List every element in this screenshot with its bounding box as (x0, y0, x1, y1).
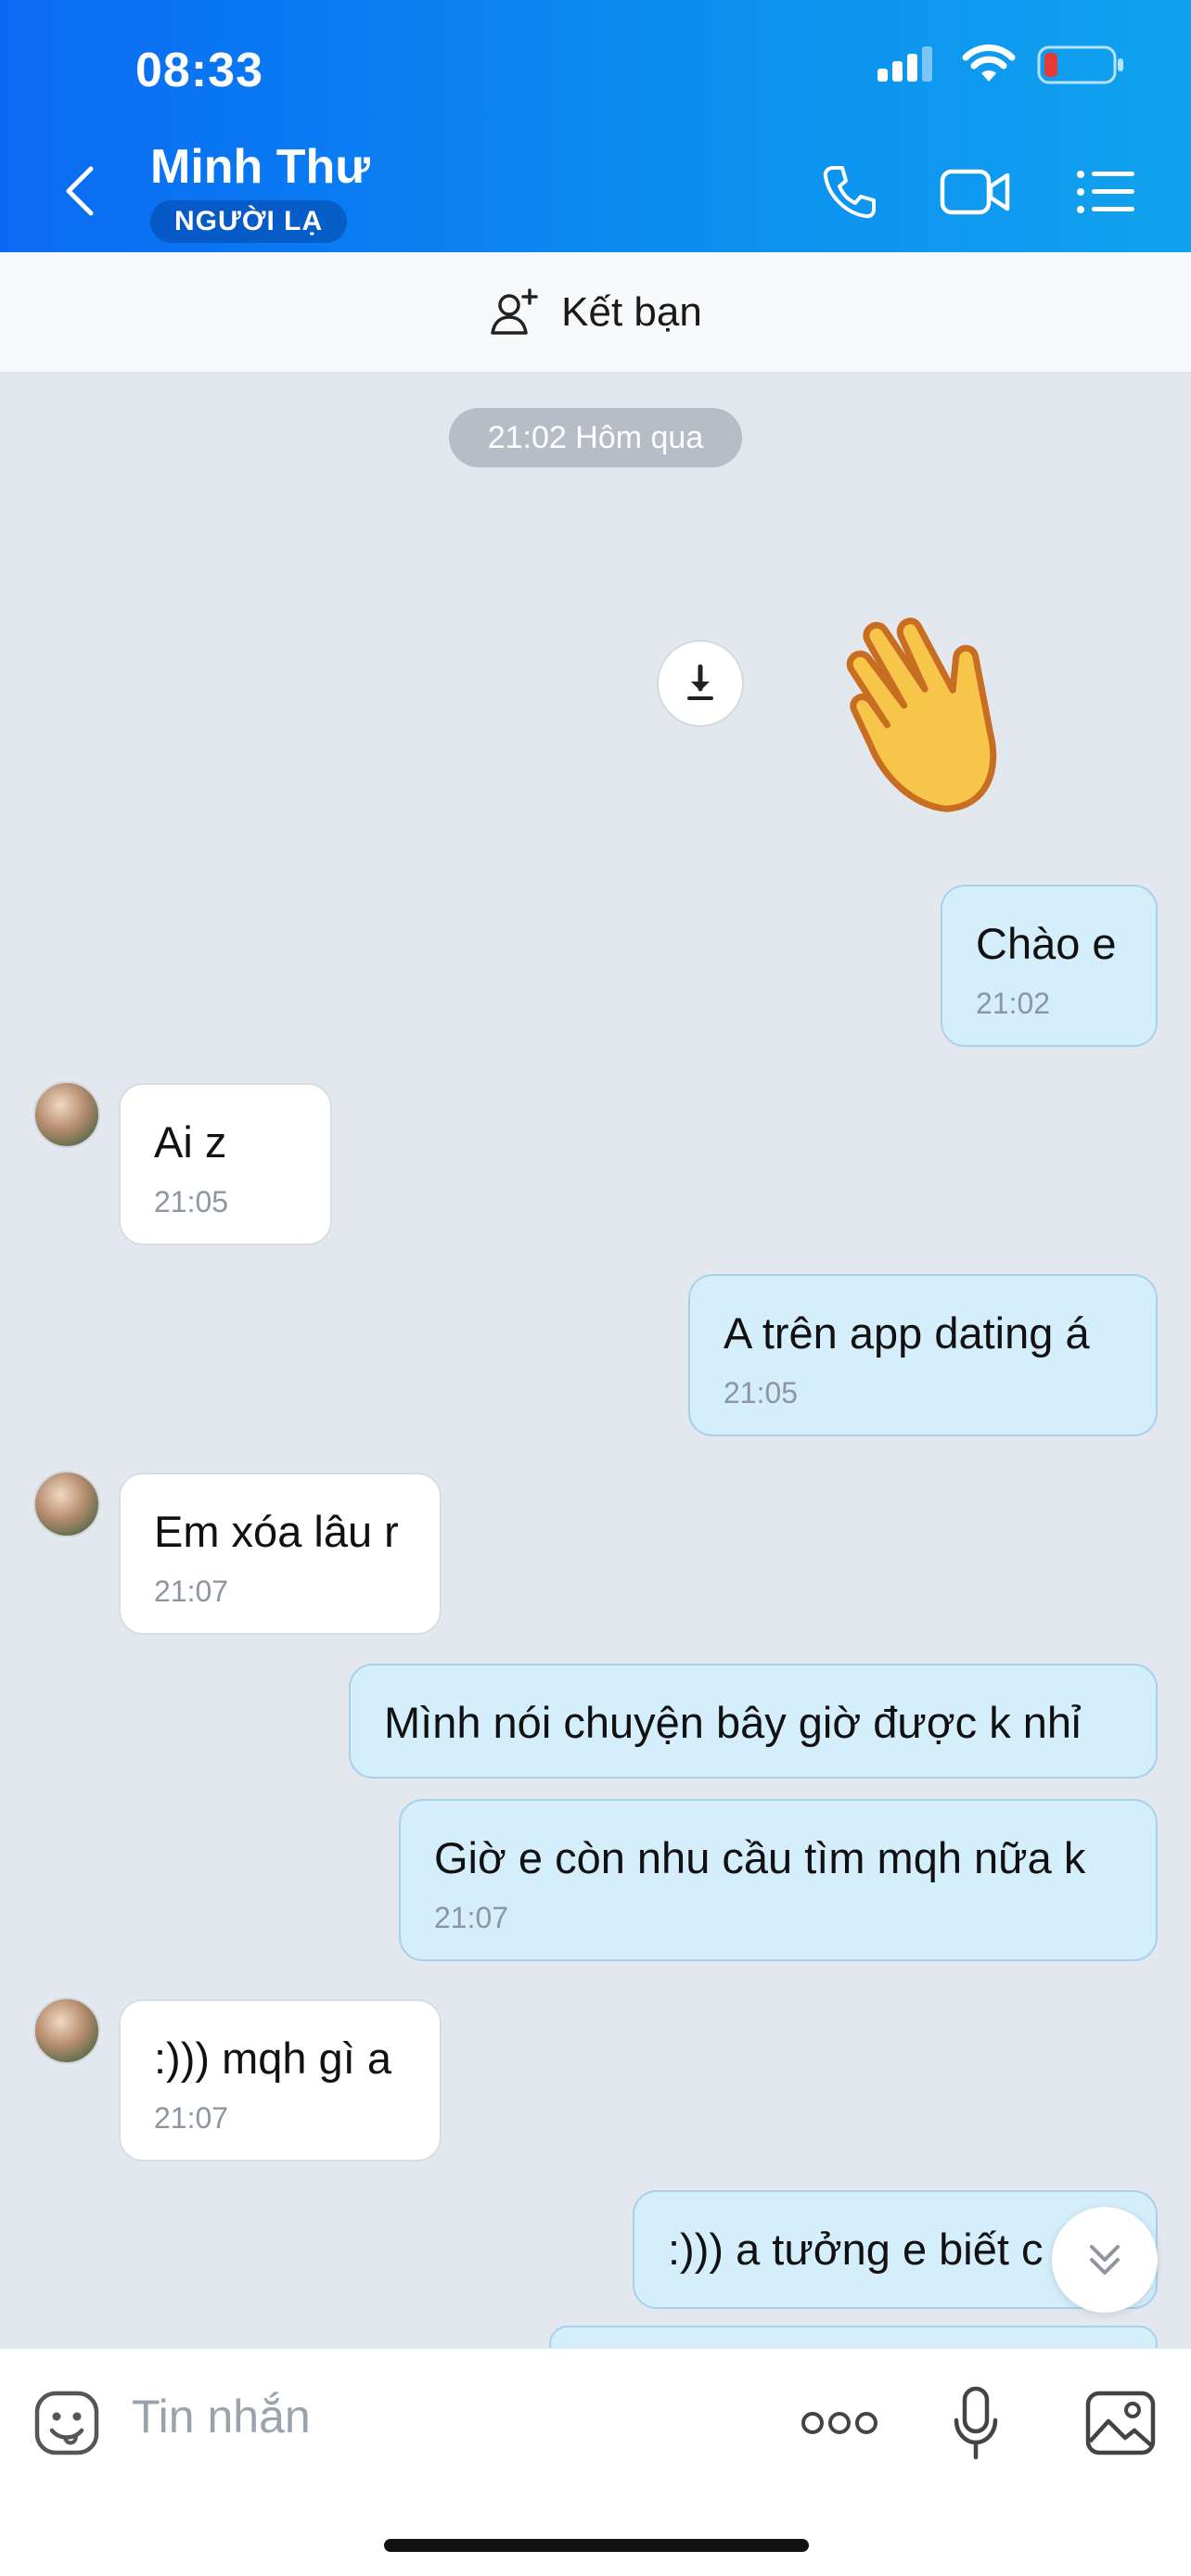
voice-button[interactable] (950, 2382, 1002, 2466)
message-text: A trên app dating á (724, 1308, 1090, 1358)
list-icon (1077, 171, 1134, 213)
emoji-icon (34, 2391, 99, 2455)
message-bubble-outgoing[interactable]: A trên app dating á 21:05 (688, 1274, 1158, 1436)
scroll-to-bottom-button[interactable] (1052, 2207, 1158, 2313)
message-time: 21:05 (154, 1185, 229, 1218)
message-bubble-incoming[interactable]: Em xóa lâu r 21:07 (119, 1473, 442, 1635)
message-bubble-outgoing[interactable]: Mình nói chuyện bây giờ được k nhỉ (349, 1664, 1158, 1779)
stranger-badge: NGƯỜI LẠ (150, 200, 348, 243)
back-icon (66, 166, 94, 216)
video-call-button[interactable] (939, 159, 1013, 224)
menu-button[interactable] (1069, 159, 1143, 224)
message-text: :))) mqh gì a (154, 2034, 391, 2083)
message-bubble-outgoing[interactable]: Giờ e còn nhu cầu tìm mqh nữa k 21:07 (399, 1799, 1158, 1961)
add-friend-label: Kết bạn (561, 288, 702, 335)
add-friend-button[interactable]: Kết bạn (0, 252, 1191, 373)
avatar[interactable] (33, 1081, 100, 1148)
contact-name: Minh Thư (150, 140, 370, 194)
status-time: 08:33 (135, 44, 263, 97)
signal-icon (876, 46, 941, 88)
waving-hand-icon (846, 618, 997, 812)
message-text: Giờ e còn nhu cầu tìm mqh nữa k (434, 1833, 1086, 1882)
download-button[interactable] (657, 640, 744, 727)
download-icon (687, 664, 713, 700)
avatar[interactable] (33, 1997, 100, 2064)
wifi-icon (961, 45, 1017, 90)
message-time: 21:07 (154, 1575, 229, 1608)
video-icon (940, 169, 1010, 215)
home-indicator (384, 2539, 809, 2552)
image-icon (1085, 2391, 1156, 2455)
message-time: 21:07 (434, 1901, 509, 1934)
microphone-icon (954, 2386, 998, 2460)
waving-hand-sticker[interactable] (807, 556, 1122, 835)
back-button[interactable] (58, 163, 104, 219)
contact-title[interactable]: Minh Thư NGƯỜI LẠ (150, 139, 370, 243)
message-bubble-incoming[interactable]: :))) mqh gì a 21:07 (119, 1999, 442, 2162)
phone-icon (823, 166, 876, 219)
message-bubble-incoming[interactable]: Ai z 21:05 (119, 1083, 332, 1245)
status-icons (876, 45, 1126, 90)
message-text: Mình nói chuyện bây giờ được k nhỉ (384, 1698, 1082, 1747)
message-time: 21:07 (154, 2101, 229, 2135)
message-bubble-outgoing[interactable]: Chào e 21:02 (941, 885, 1158, 1047)
call-button[interactable] (813, 159, 887, 224)
message-input[interactable]: Tin nhắn (132, 2390, 311, 2443)
image-button[interactable] (1083, 2388, 1158, 2458)
more-icon (801, 2412, 877, 2434)
avatar[interactable] (33, 1471, 100, 1537)
double-chevron-down-icon (1090, 2245, 1120, 2275)
battery-icon (1037, 45, 1126, 90)
message-text: Chào e (976, 919, 1117, 968)
add-friend-icon (491, 287, 538, 335)
more-options-button[interactable] (800, 2397, 879, 2449)
chat-header: 08:33 Minh Thư NGƯỜI LẠ (0, 0, 1191, 252)
date-separator: 21:02 Hôm qua (449, 408, 742, 467)
message-text: Em xóa lâu r (154, 1507, 399, 1556)
message-text: Ai z (154, 1117, 227, 1167)
sticker-button[interactable] (32, 2388, 102, 2458)
message-time: 21:02 (976, 987, 1051, 1020)
message-time: 21:05 (724, 1376, 799, 1409)
